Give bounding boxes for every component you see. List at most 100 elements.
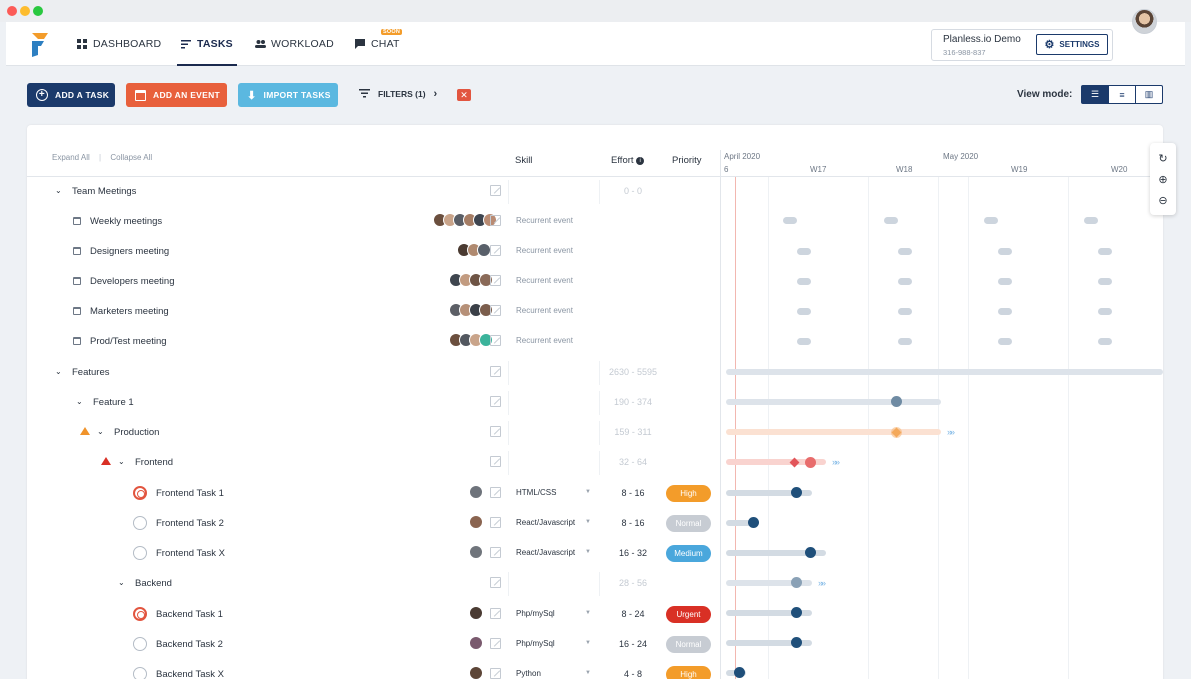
priority-column-header[interactable]: Priority xyxy=(672,155,702,166)
open-details-icon[interactable] xyxy=(490,366,501,377)
skill-select[interactable]: HTML/CSS xyxy=(516,488,578,497)
task-row-frontend-task-x[interactable]: Frontend Task X React/Javascript ▼ 16 - … xyxy=(27,539,720,569)
app-logo-icon[interactable] xyxy=(30,31,50,57)
priority-badge[interactable]: High xyxy=(666,666,711,679)
gantt-summary-bar[interactable] xyxy=(726,399,941,405)
gantt-event-pill[interactable] xyxy=(898,338,912,345)
open-details-icon[interactable] xyxy=(490,185,501,196)
skill-select[interactable]: React/Javascript xyxy=(516,548,578,557)
assignee-avatars[interactable] xyxy=(457,243,491,259)
gantt-event-pill[interactable] xyxy=(1098,338,1112,345)
open-details-icon[interactable] xyxy=(490,335,501,346)
gantt-milestone-dot[interactable] xyxy=(805,457,816,468)
assignee-avatars[interactable] xyxy=(469,636,483,652)
collapse-all-link[interactable]: Collapse All xyxy=(110,153,152,162)
chevron-down-icon[interactable]: ⌄ xyxy=(55,367,63,376)
group-row-frontend[interactable]: ⌄ Frontend 32 - 64 xyxy=(27,448,720,478)
nav-chat[interactable]: CHAT SOON xyxy=(355,22,402,66)
nav-tasks[interactable]: TASKS xyxy=(177,22,237,66)
task-row-frontend-task-1[interactable]: Frontend Task 1 HTML/CSS ▼ 8 - 16 High xyxy=(27,479,720,509)
zoom-in-icon[interactable]: ⊕ xyxy=(1157,174,1169,186)
gantt-summary-bar[interactable] xyxy=(726,429,941,435)
chevron-down-icon[interactable]: ⌄ xyxy=(55,186,63,195)
open-details-icon[interactable] xyxy=(490,638,501,649)
skill-select[interactable]: React/Javascript xyxy=(516,518,578,527)
assignee-avatars[interactable] xyxy=(449,273,493,289)
open-details-icon[interactable] xyxy=(490,245,501,256)
priority-badge[interactable]: Medium xyxy=(666,545,711,562)
view-mode-gantt-button[interactable]: ☰ xyxy=(1081,85,1109,104)
gantt-summary-bar[interactable] xyxy=(726,369,1163,375)
nav-workload[interactable]: WORKLOAD xyxy=(255,22,334,66)
gantt-event-pill[interactable] xyxy=(984,217,998,224)
event-row-prod-test-meeting[interactable]: Prod/Test meeting Recurrent event xyxy=(27,327,720,357)
task-row-backend-task-x[interactable]: Backend Task X Python ▼ 4 - 8 High xyxy=(27,660,720,679)
gantt-event-pill[interactable] xyxy=(1084,217,1098,224)
clear-filter-icon[interactable]: ✕ xyxy=(457,89,471,101)
open-details-icon[interactable] xyxy=(490,456,501,467)
view-mode-board-button[interactable]: ▥ xyxy=(1135,85,1163,104)
open-details-icon[interactable] xyxy=(490,517,501,528)
filters-button[interactable]: FILTERS (1) › xyxy=(359,88,437,100)
not-started-status-icon[interactable] xyxy=(133,516,147,530)
caret-down-icon[interactable]: ▼ xyxy=(585,610,591,616)
add-event-button[interactable]: ADD AN EVENT xyxy=(126,83,227,107)
chevron-down-icon[interactable]: ⌄ xyxy=(76,397,84,406)
task-row-backend-task-1[interactable]: Backend Task 1 Php/mySql ▼ 8 - 24 Urgent xyxy=(27,600,720,630)
gantt-event-pill[interactable] xyxy=(884,217,898,224)
skill-column-header[interactable]: Skill xyxy=(515,155,532,166)
gantt-event-pill[interactable] xyxy=(898,278,912,285)
priority-badge[interactable]: High xyxy=(666,485,711,502)
gantt-progress-handle[interactable] xyxy=(734,667,745,678)
gantt-event-pill[interactable] xyxy=(1098,278,1112,285)
gantt-event-pill[interactable] xyxy=(797,278,811,285)
caret-down-icon[interactable]: ▼ xyxy=(585,640,591,646)
zoom-out-icon[interactable]: ⊖ xyxy=(1157,195,1169,207)
gantt-event-pill[interactable] xyxy=(998,278,1012,285)
gantt-event-pill[interactable] xyxy=(797,338,811,345)
event-row-weekly-meetings[interactable]: Weekly meetings Recurrent event xyxy=(27,207,720,237)
expand-all-link[interactable]: Expand All xyxy=(52,153,90,162)
gantt-event-pill[interactable] xyxy=(898,308,912,315)
open-details-icon[interactable] xyxy=(490,608,501,619)
caret-down-icon[interactable]: ▼ xyxy=(585,489,591,495)
assignee-avatars[interactable] xyxy=(469,606,483,622)
assignee-avatars[interactable] xyxy=(433,213,497,229)
minimize-window-dot[interactable] xyxy=(20,6,30,16)
task-row-backend-task-2[interactable]: Backend Task 2 Php/mySql ▼ 16 - 24 Norma… xyxy=(27,630,720,660)
caret-down-icon[interactable]: ▼ xyxy=(585,670,591,676)
event-row-marketers-meeting[interactable]: Marketers meeting Recurrent event xyxy=(27,297,720,327)
skill-select[interactable]: Php/mySql xyxy=(516,639,578,648)
gantt-progress-handle[interactable] xyxy=(791,637,802,648)
not-started-status-icon[interactable] xyxy=(133,637,147,651)
maximize-window-dot[interactable] xyxy=(33,6,43,16)
in-progress-status-icon[interactable] xyxy=(133,486,147,500)
info-icon[interactable]: i xyxy=(636,157,645,165)
gantt-milestone-dot[interactable] xyxy=(891,427,902,438)
effort-column-header[interactable]: Effort i xyxy=(611,155,645,166)
chevron-down-icon[interactable]: ⌄ xyxy=(118,457,126,466)
gantt-event-pill[interactable] xyxy=(797,308,811,315)
group-row-feature-1[interactable]: ⌄ Feature 1 190 - 374 xyxy=(27,388,720,418)
priority-badge[interactable]: Normal xyxy=(666,515,711,532)
event-row-developers-meeting[interactable]: Developers meeting Recurrent event xyxy=(27,267,720,297)
open-details-icon[interactable] xyxy=(490,577,501,588)
gantt-event-pill[interactable] xyxy=(797,248,811,255)
table-gantt-splitter[interactable] xyxy=(720,150,721,679)
assignee-avatars[interactable] xyxy=(469,545,483,561)
group-row-production[interactable]: ⌄ Production 159 - 311 xyxy=(27,418,720,448)
caret-down-icon[interactable]: ▼ xyxy=(585,549,591,555)
not-started-status-icon[interactable] xyxy=(133,667,147,679)
open-details-icon[interactable] xyxy=(490,426,501,437)
skill-select[interactable]: Python xyxy=(516,669,578,678)
gantt-milestone-dot[interactable] xyxy=(791,577,802,588)
user-avatar[interactable] xyxy=(1132,9,1157,34)
assignee-avatars[interactable] xyxy=(449,303,493,319)
open-details-icon[interactable] xyxy=(490,547,501,558)
gantt-milestone-dot[interactable] xyxy=(891,396,902,407)
gantt-event-pill[interactable] xyxy=(998,308,1012,315)
assignee-avatars[interactable] xyxy=(449,333,493,349)
assignee-avatars[interactable] xyxy=(469,666,483,679)
assignee-avatars[interactable] xyxy=(469,515,483,531)
skill-select[interactable]: Php/mySql xyxy=(516,609,578,618)
